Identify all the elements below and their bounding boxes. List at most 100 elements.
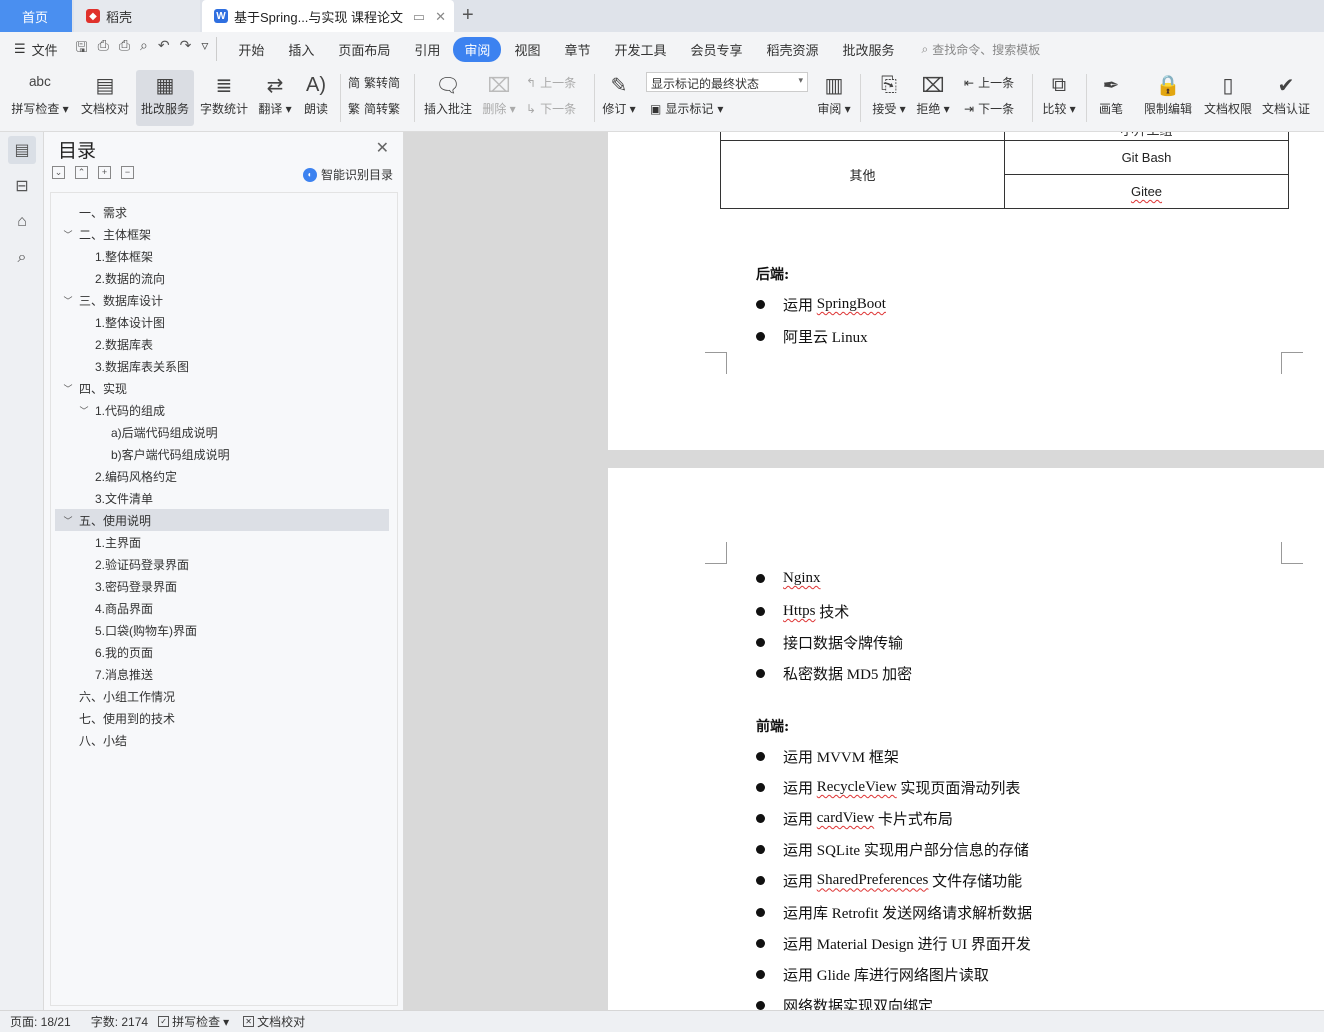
compare-button[interactable]: ⧉ 比较 ▾ <box>1040 70 1078 126</box>
next-comment-button[interactable]: ↳ 下一条 <box>526 100 576 117</box>
doc-permission-button[interactable]: ▯ 文档权限 <box>1200 70 1256 126</box>
word-count-indicator[interactable]: 字数: 2174 <box>91 1013 148 1030</box>
toc-item[interactable]: 3.文件清单 <box>55 487 389 509</box>
menu-tab[interactable]: 开发工具 <box>603 37 677 62</box>
pen-icon: ✒ <box>1102 74 1120 97</box>
add-heading-icon[interactable]: + <box>98 166 111 179</box>
reject-button[interactable]: ⌧ 拒绝 ▾ <box>914 70 952 126</box>
chevron-down-icon[interactable]: ﹀ <box>61 382 75 395</box>
chevron-down-icon[interactable]: ﹀ <box>61 228 75 241</box>
menu-tab[interactable]: 视图 <box>503 37 551 62</box>
find-icon[interactable]: ⌕ <box>8 244 36 272</box>
toc-item[interactable]: 4.商品界面 <box>55 597 389 619</box>
toc-item[interactable]: 2.数据库表 <box>55 333 389 355</box>
chapter-nav-icon[interactable]: ⊟ <box>8 172 36 200</box>
menu-tab[interactable]: 批改服务 <box>832 37 906 62</box>
table-cell: 小开工组 <box>1004 132 1289 141</box>
menu-tab[interactable]: 审阅 <box>453 36 502 62</box>
toc-item[interactable]: 1.整体框架 <box>55 245 389 267</box>
save-icon[interactable]: 🖫 <box>76 37 88 61</box>
close-icon[interactable]: ✕ <box>376 138 389 158</box>
export-pdf-icon[interactable]: ⎙ <box>98 37 109 61</box>
tab-close-icon[interactable]: ✕ <box>435 9 446 25</box>
prev-comment-button[interactable]: ↰ 上一条 <box>526 74 576 91</box>
new-tab-button[interactable]: + <box>462 4 474 27</box>
tech-table: 小开工组 其他 Git Bash Gitee <box>720 132 1289 209</box>
toc-item-label: 3.数据库表关系图 <box>95 359 190 374</box>
page-indicator[interactable]: 页面: 18/21 <box>10 1013 71 1030</box>
print-icon[interactable]: ⎙ <box>119 37 130 61</box>
read-aloud-button[interactable]: A) 朗读 <box>298 70 334 126</box>
toc-item[interactable]: ﹀ 五、使用说明 <box>55 509 389 531</box>
toc-item[interactable]: 7.消息推送 <box>55 663 389 685</box>
toc-item[interactable]: 5.口袋(购物车)界面 <box>55 619 389 641</box>
smart-toc-button[interactable]: ◐ 智能识别目录 <box>302 166 393 183</box>
toc-item[interactable]: 1.主界面 <box>55 531 389 553</box>
spell-check-button[interactable]: ᵃᵇᶜ 拼写检查 ▾ <box>8 70 72 126</box>
doc-proof-status[interactable]: ✕ 文档校对 <box>243 1013 305 1030</box>
collapse-all-icon[interactable]: ⌃ <box>75 166 88 179</box>
accept-button[interactable]: ⎘ 接受 ▾ <box>870 70 908 126</box>
restrict-edit-button[interactable]: 🔒 限制编辑 <box>1140 70 1196 126</box>
tab-daoke[interactable]: ◆ 稻壳 <box>74 0 200 32</box>
next-change-button[interactable]: ⇥ 下一条 <box>964 100 1014 117</box>
menu-tab[interactable]: 插入 <box>277 37 325 62</box>
markup-state-select[interactable]: 显示标记的最终状态 ▾ <box>646 72 808 92</box>
print-preview-icon[interactable]: ⌕ <box>140 37 148 61</box>
doc-certify-button[interactable]: ✔ 文档认证 <box>1258 70 1314 126</box>
pen-button[interactable]: ✒ 画笔 <box>1094 70 1128 126</box>
toc-item[interactable]: ﹀ 四、实现 <box>55 377 389 399</box>
translate-button[interactable]: ⇄ 翻译 ▾ <box>254 70 296 126</box>
doc-proof-button[interactable]: ▤ 文档校对 <box>76 70 134 126</box>
prev-change-button[interactable]: ⇤ 上一条 <box>964 74 1014 91</box>
delete-comment-button[interactable]: ⌧ 删除 ▾ <box>480 70 518 126</box>
toc-item[interactable]: 七、使用到的技术 <box>55 707 389 729</box>
tab-document[interactable]: W 基于Spring...与实现 课程论文 ▭ ✕ <box>202 0 454 32</box>
doc-certify-icon: ✔ <box>1277 74 1295 97</box>
toc-item[interactable]: ﹀ 三、数据库设计 <box>55 289 389 311</box>
chevron-down-icon[interactable]: ﹀ <box>61 294 75 307</box>
toc-item[interactable]: b)客户端代码组成说明 <box>55 443 389 465</box>
toc-item[interactable]: 3.密码登录界面 <box>55 575 389 597</box>
bookmark-icon[interactable]: ⌂ <box>8 208 36 236</box>
tab-home[interactable]: 首页 <box>0 0 72 32</box>
toc-item[interactable]: 一、需求 <box>55 201 389 223</box>
word-count-button[interactable]: ≣ 字数统计 <box>196 70 252 126</box>
menu-tab[interactable]: 引用 <box>403 37 451 62</box>
file-menu[interactable]: ☰ 文件 <box>0 40 68 59</box>
chevron-down-icon[interactable]: ﹀ <box>77 404 91 417</box>
simp-to-trad-button[interactable]: 繁 简转繁 <box>348 100 400 117</box>
toc-item[interactable]: 2.验证码登录界面 <box>55 553 389 575</box>
toc-item[interactable]: 3.数据库表关系图 <box>55 355 389 377</box>
menu-tab[interactable]: 页面布局 <box>327 37 401 62</box>
chevron-down-icon[interactable]: ﹀ <box>61 514 75 527</box>
show-markup-button[interactable]: ▣ 显示标记 ▾ <box>650 100 723 117</box>
toc-item[interactable]: 1.整体设计图 <box>55 311 389 333</box>
toc-item[interactable]: ﹀ 1.代码的组成 <box>55 399 389 421</box>
toc-item[interactable]: 2.数据的流向 <box>55 267 389 289</box>
spell-check-status[interactable]: ✓ 拼写检查 ▾ <box>158 1013 229 1030</box>
menu-tab[interactable]: 会员专享 <box>679 37 753 62</box>
trad-to-simp-button[interactable]: 简 繁转简 <box>348 74 400 91</box>
undo-icon[interactable]: ↶ <box>158 37 170 61</box>
remove-heading-icon[interactable]: − <box>121 166 134 179</box>
tab-detach-icon[interactable]: ▭ <box>413 9 425 25</box>
menu-tab[interactable]: 章节 <box>553 37 601 62</box>
review-button[interactable]: ▥ 审阅 ▾ <box>816 70 852 126</box>
toc-item[interactable]: a)后端代码组成说明 <box>55 421 389 443</box>
menu-tab[interactable]: 开始 <box>227 37 275 62</box>
toc-item[interactable]: 6.我的页面 <box>55 641 389 663</box>
toc-item[interactable]: ﹀ 二、主体框架 <box>55 223 389 245</box>
toc-item[interactable]: 六、小组工作情况 <box>55 685 389 707</box>
redo-icon[interactable]: ↷ <box>180 37 192 61</box>
command-search[interactable]: ⌕ 查找命令、搜索模板 <box>922 41 1041 58</box>
insert-comment-button[interactable]: 🗨 插入批注 <box>420 70 476 126</box>
expand-all-icon[interactable]: ⌄ <box>52 166 65 179</box>
toc-panel-icon[interactable]: ▤ <box>8 136 36 164</box>
customize-dropdown-icon[interactable]: ▿ <box>201 37 208 61</box>
toc-item[interactable]: 2.编码风格约定 <box>55 465 389 487</box>
toc-item[interactable]: 八、小结 <box>55 729 389 751</box>
revise-button[interactable]: ✎ 修订 ▾ <box>600 70 638 126</box>
correct-service-button[interactable]: ▦ 批改服务 <box>136 70 194 126</box>
menu-tab[interactable]: 稻壳资源 <box>756 37 830 62</box>
